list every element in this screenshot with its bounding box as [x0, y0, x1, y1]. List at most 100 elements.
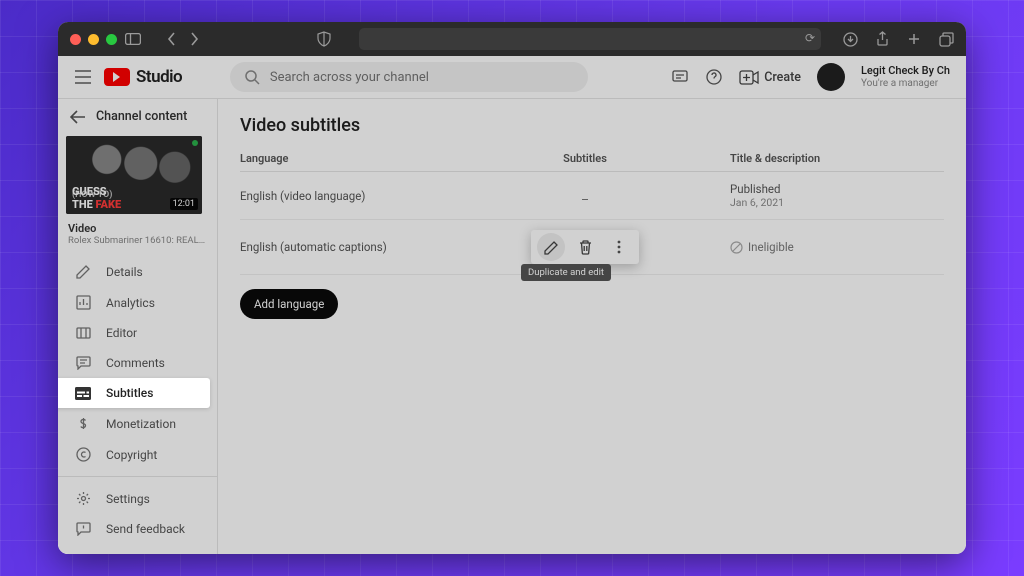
sidebar-item-label: Editor [106, 326, 137, 340]
row-titledesc: Published Jan 6, 2021 [730, 182, 944, 209]
browser-window: ⟳ Studio [58, 22, 966, 554]
actions-popover: Duplicate and edit [531, 230, 639, 264]
sidebar-item-label: Details [106, 265, 143, 279]
pencil-icon [74, 264, 92, 279]
app-header: Studio Create Legit Check By Ch [58, 56, 966, 99]
sidebar-item-settings[interactable]: Settings [58, 483, 217, 514]
sidebar-item-copyright[interactable]: Copyright [58, 439, 217, 470]
subtitles-table: Language Subtitles Title & description E… [240, 152, 944, 275]
sidebar-item-label: Settings [106, 492, 150, 506]
sidebar-item-comments[interactable]: Comments [58, 348, 217, 378]
address-bar[interactable]: ⟳ [359, 28, 821, 50]
nav-forward-icon[interactable] [190, 32, 199, 46]
status-date: Jan 6, 2021 [730, 196, 944, 209]
sidebar-item-label: Monetization [106, 417, 176, 431]
account-block[interactable]: Legit Check By Ch You're a manager [861, 65, 950, 88]
duplicate-edit-button[interactable] [537, 233, 565, 261]
video-section-label: Video [68, 222, 207, 235]
sidebar: Channel content (HOW TO) GUESSTHE FAKE 1… [58, 99, 218, 554]
share-icon[interactable] [876, 31, 889, 47]
video-title: Rolex Submariner 16610: REAL vs F... [68, 235, 207, 246]
row-language: English (automatic captions) [240, 240, 440, 254]
sidebar-nav: Details Analytics Editor Comments Subtit… [58, 256, 217, 544]
column-title-desc: Title & description [730, 152, 944, 165]
analytics-icon [74, 295, 92, 310]
sidebar-item-label: Copyright [106, 448, 157, 462]
column-subtitles: Subtitles [440, 152, 730, 165]
row-subtitles: Duplicate and edit [440, 230, 730, 264]
delete-button[interactable] [571, 233, 599, 261]
pencil-icon [544, 240, 559, 255]
new-tab-icon[interactable] [907, 31, 921, 47]
channel-content-title: Channel content [96, 109, 187, 124]
main-content: Video subtitles Language Subtitles Title… [218, 99, 966, 554]
help-chat-icon[interactable] [671, 68, 689, 86]
subtitles-icon [74, 387, 92, 400]
nav-back-icon[interactable] [167, 32, 176, 46]
row-language: English (video language) [240, 189, 440, 203]
gear-icon [74, 491, 92, 506]
close-window[interactable] [70, 34, 81, 45]
tabs-icon[interactable] [939, 31, 954, 47]
sidebar-item-label: Comments [106, 356, 165, 370]
table-row[interactable]: English (video language) Published Jan 6… [240, 172, 944, 220]
create-button[interactable]: Create [739, 70, 801, 85]
search-input[interactable] [270, 70, 574, 85]
back-icon[interactable] [70, 110, 86, 124]
add-language-button[interactable]: Add language [240, 289, 338, 319]
sidebar-item-label: Subtitles [106, 386, 153, 400]
status-label: Published [730, 182, 944, 196]
sidebar-item-editor[interactable]: Editor [58, 318, 217, 348]
sidebar-toggle-icon[interactable] [125, 33, 141, 45]
table-header: Language Subtitles Title & description [240, 152, 944, 172]
maximize-window[interactable] [106, 34, 117, 45]
traffic-lights [70, 34, 117, 45]
copyright-icon [74, 447, 92, 462]
hamburger-icon[interactable] [74, 70, 92, 84]
privacy-shield-icon[interactable] [317, 31, 331, 47]
sidebar-item-monetization[interactable]: Monetization [58, 408, 217, 439]
studio-logo-text: Studio [136, 67, 182, 87]
more-vert-icon [617, 240, 621, 254]
sidebar-item-label: Analytics [106, 296, 155, 310]
thumb-duration: 12:01 [170, 198, 198, 210]
more-options-button[interactable] [605, 233, 633, 261]
account-avatar[interactable] [817, 63, 845, 91]
table-row[interactable]: English (automatic captions) [240, 220, 944, 275]
thumb-title: GUESSTHE FAKE [72, 185, 121, 211]
column-language: Language [240, 152, 440, 165]
browser-titlebar: ⟳ [58, 22, 966, 56]
feedback-icon [74, 522, 92, 536]
youtube-studio-app: Studio Create Legit Check By Ch [58, 56, 966, 554]
help-icon[interactable] [705, 68, 723, 86]
studio-logo[interactable]: Studio [104, 67, 182, 87]
search-icon [244, 69, 260, 85]
create-icon [739, 70, 759, 85]
trash-icon [579, 240, 592, 255]
video-thumbnail[interactable]: (HOW TO) GUESSTHE FAKE 12:01 [66, 136, 202, 214]
sidebar-item-feedback[interactable]: Send feedback [58, 514, 217, 544]
search-bar[interactable] [230, 62, 588, 92]
comments-icon [74, 356, 92, 370]
sidebar-item-subtitles[interactable]: Subtitles [58, 378, 210, 408]
row-subtitles [440, 189, 730, 203]
row-titledesc: Ineligible [730, 240, 944, 254]
editor-icon [74, 327, 92, 339]
tooltip: Duplicate and edit [521, 264, 611, 281]
status-dot [192, 140, 198, 146]
downloads-icon[interactable] [843, 31, 858, 47]
create-label: Create [764, 70, 801, 85]
nav-separator [58, 476, 217, 477]
reload-icon[interactable]: ⟳ [805, 31, 815, 45]
monetization-icon [74, 416, 92, 431]
minimize-window[interactable] [88, 34, 99, 45]
account-role: You're a manager [861, 78, 950, 89]
page-title: Video subtitles [240, 115, 944, 136]
ineligible-icon [730, 241, 743, 254]
sidebar-item-details[interactable]: Details [58, 256, 217, 287]
youtube-icon [104, 68, 130, 86]
sidebar-item-label: Send feedback [106, 522, 185, 536]
account-name: Legit Check By Ch [861, 65, 950, 77]
sidebar-item-analytics[interactable]: Analytics [58, 287, 217, 318]
ineligible-label: Ineligible [748, 240, 794, 254]
